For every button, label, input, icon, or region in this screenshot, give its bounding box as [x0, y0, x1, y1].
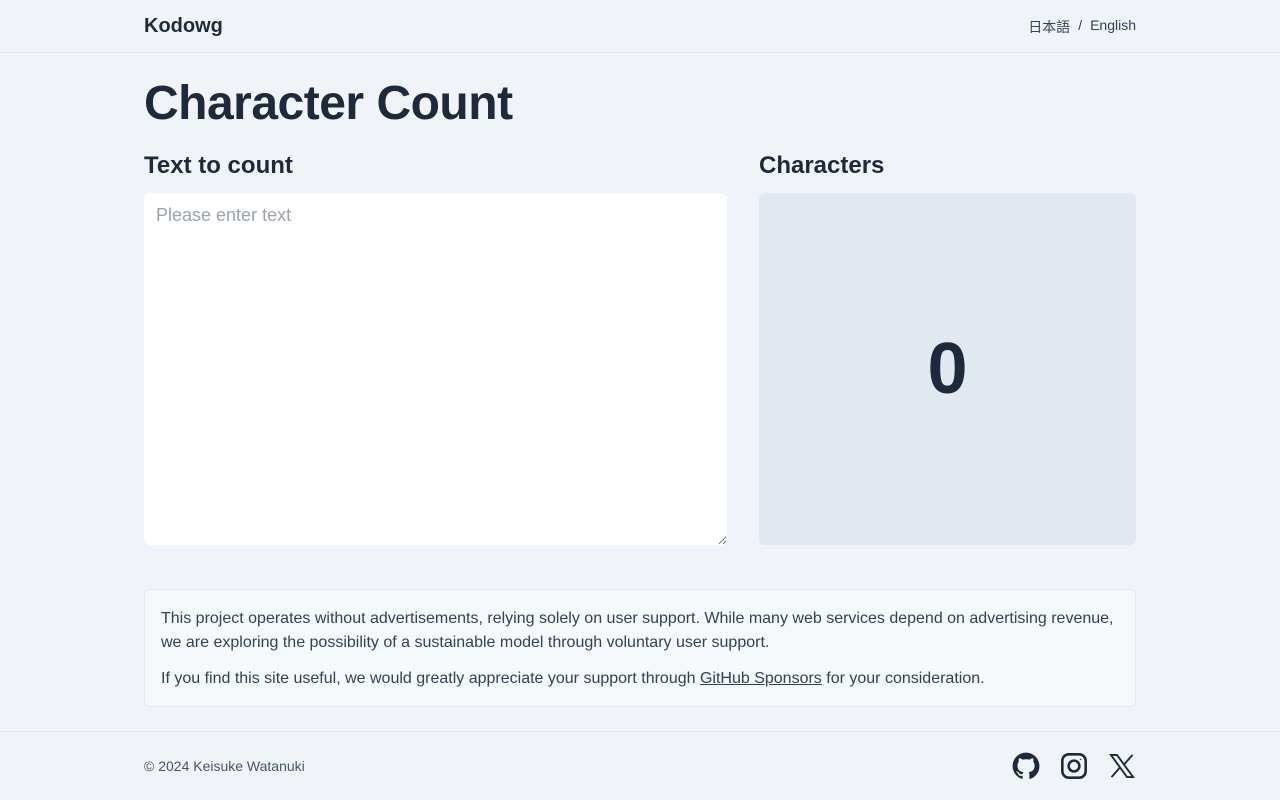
count-label: Characters — [759, 152, 885, 179]
notice-paragraph-1: This project operates without advertisem… — [161, 610, 1114, 651]
site-header: Kodowg 日本語 / English — [0, 0, 1280, 53]
notice-paragraph-2: If you find this site useful, we would g… — [161, 667, 1119, 691]
copyright-text: © 2024 Keisuke Watanuki — [144, 758, 305, 774]
github-link[interactable] — [1012, 752, 1040, 780]
lang-ja-link[interactable]: 日本語 — [1028, 17, 1070, 37]
x-icon — [1109, 753, 1135, 779]
character-count-panel: 0 — [759, 193, 1136, 545]
github-icon — [1012, 752, 1040, 779]
support-notice: This project operates without advertisem… — [144, 589, 1136, 707]
notice-text-after-link: for your consideration. — [821, 670, 985, 687]
github-sponsors-link[interactable]: GitHub Sponsors — [700, 670, 822, 687]
site-footer: © 2024 Keisuke Watanuki — [0, 731, 1280, 800]
instagram-icon — [1061, 753, 1087, 779]
page-title: Character Count — [144, 77, 513, 130]
lang-en-link[interactable]: English — [1090, 17, 1136, 37]
social-links — [1012, 752, 1136, 780]
x-link[interactable] — [1108, 752, 1136, 780]
character-count-value: 0 — [927, 329, 968, 409]
instagram-link[interactable] — [1060, 752, 1088, 780]
text-input[interactable] — [144, 193, 727, 545]
lang-separator: / — [1078, 17, 1083, 33]
input-label: Text to count — [144, 152, 293, 179]
language-switcher: 日本語 / English — [1028, 17, 1136, 37]
brand-logo-link[interactable]: Kodowg — [144, 15, 223, 38]
notice-text-before-link: If you find this site useful, we would g… — [161, 670, 700, 687]
